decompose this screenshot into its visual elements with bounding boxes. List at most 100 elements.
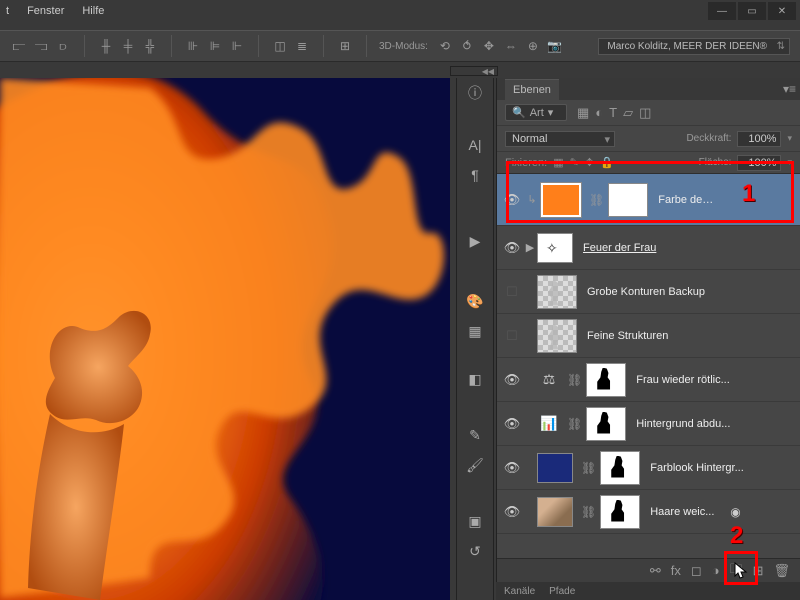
roll-icon[interactable]: ⥀: [458, 37, 476, 55]
layer-name[interactable]: Haare weic...: [650, 506, 726, 518]
layer-thumbnail[interactable]: [537, 319, 577, 353]
opacity-dropdown-icon[interactable]: ▾: [787, 133, 792, 144]
layer-name[interactable]: Feuer der Frau: [583, 242, 800, 254]
mask-link-icon[interactable]: ⛓: [581, 505, 596, 519]
maximize-button[interactable]: ▭: [738, 2, 766, 20]
layer-name[interactable]: Farblook Hintergr...: [650, 462, 800, 474]
lock-pixel-icon[interactable]: ✎: [570, 156, 579, 169]
align-center-icon[interactable]: ⫎: [32, 37, 50, 55]
align-left-icon[interactable]: ⫍: [10, 37, 28, 55]
layer-row[interactable]: 👁 📊 ⛓ Hintergrund abdu...: [497, 402, 800, 446]
zoom3d-icon[interactable]: ⊕: [524, 37, 542, 55]
layer-row[interactable]: ☐ Feine Strukturen: [497, 314, 800, 358]
filter-type-icon[interactable]: T: [609, 105, 617, 121]
visibility-toggle[interactable]: 👁: [501, 372, 523, 388]
layer-name[interactable]: Hintergrund abdu...: [636, 418, 800, 430]
auto-align-icon[interactable]: ⊞: [336, 37, 354, 55]
paths-tab[interactable]: Pfade: [549, 586, 575, 597]
new-layer-button[interactable]: ⊞: [753, 563, 764, 579]
actions-panel-icon[interactable]: ▣: [465, 512, 485, 530]
fill-field[interactable]: 100%: [737, 155, 781, 171]
delete-layer-button[interactable]: 🗑: [773, 563, 790, 579]
distribute-h-icon[interactable]: ╫: [97, 37, 115, 55]
menu-truncated[interactable]: t: [6, 5, 9, 17]
adjustments-panel-icon[interactable]: ◧: [465, 370, 485, 388]
filter-pixel-icon[interactable]: ▦: [577, 105, 589, 121]
mask-link-icon[interactable]: ⛓: [567, 373, 582, 387]
space-h-icon[interactable]: ⊪: [184, 37, 202, 55]
mask-thumbnail[interactable]: [586, 407, 626, 441]
layer-name[interactable]: Frau wieder rötlic...: [636, 374, 800, 386]
filter-adjust-icon[interactable]: ◐: [595, 105, 603, 121]
mask-thumbnail[interactable]: [600, 495, 640, 529]
visibility-toggle[interactable]: ☐: [501, 284, 523, 300]
fill-dropdown-icon[interactable]: ▾: [787, 157, 792, 168]
distribute-icon[interactable]: ╬: [141, 37, 159, 55]
menu-hilfe[interactable]: Hilfe: [82, 5, 104, 17]
mask-link-icon[interactable]: ⛓: [567, 417, 582, 431]
layer-row[interactable]: 👁 ⚖ ⛓ Frau wieder rötlic...: [497, 358, 800, 402]
orbit-icon[interactable]: ⟲: [436, 37, 454, 55]
menu-fenster[interactable]: Fenster: [27, 5, 64, 17]
camera-icon[interactable]: 📷: [546, 37, 564, 55]
mask-link-icon[interactable]: ⛓: [589, 193, 604, 207]
visibility-toggle[interactable]: 👁: [501, 416, 523, 432]
panel-menu-icon[interactable]: ▾≡: [783, 82, 796, 96]
panel-collapse-tab[interactable]: ◀◀: [450, 66, 498, 76]
layer-thumbnail[interactable]: [537, 275, 577, 309]
channels-tab[interactable]: Kanäle: [504, 586, 535, 597]
lock-all-icon[interactable]: 🔒: [600, 156, 614, 169]
expand-panel-icon[interactable]: ▶: [465, 232, 485, 250]
layers-tab[interactable]: Ebenen: [505, 79, 559, 100]
new-adjustment-button[interactable]: ◑: [712, 563, 720, 578]
layer-name[interactable]: Feine Strukturen: [587, 330, 800, 342]
layer-name[interactable]: Grobe Konturen Backup: [587, 286, 800, 298]
layer-effects-button[interactable]: fx: [671, 563, 681, 578]
paragraph-panel-icon[interactable]: ¶: [465, 166, 485, 184]
layer-name[interactable]: Farbe de…: [658, 194, 800, 206]
layer-row[interactable]: 👁 ⛓ Farblook Hintergr...: [497, 446, 800, 490]
visibility-toggle[interactable]: 👁: [501, 240, 523, 256]
minimize-button[interactable]: —: [708, 2, 736, 20]
visibility-toggle[interactable]: 👁: [501, 460, 523, 476]
layer-row[interactable]: 👁 ⛓ Haare weic... ◉: [497, 490, 800, 534]
filter-smart-icon[interactable]: ◫: [639, 105, 651, 121]
document-canvas[interactable]: [0, 78, 450, 600]
mask-thumbnail[interactable]: [586, 363, 626, 397]
swatches-panel-icon[interactable]: 🎨: [465, 292, 485, 310]
layer-row[interactable]: 👁 ▶ ✧ Feuer der Frau: [497, 226, 800, 270]
lock-pos-icon[interactable]: ✥: [585, 156, 594, 169]
workspace-selector[interactable]: Marco Kolditz, MEER DER IDEEN®: [598, 38, 790, 55]
pan-icon[interactable]: ✥: [480, 37, 498, 55]
layer-filter-select[interactable]: 🔍 Art ▾: [505, 104, 567, 121]
layer-thumbnail[interactable]: [537, 453, 573, 483]
mask-thumbnail[interactable]: [608, 183, 648, 217]
space-icon[interactable]: ⊩: [228, 37, 246, 55]
tool-presets-icon[interactable]: 🖌: [465, 456, 485, 474]
info-panel-icon[interactable]: ⓘ: [465, 84, 485, 102]
blend-mode-select[interactable]: Normal: [505, 131, 615, 147]
slide-icon[interactable]: ⇔: [502, 37, 520, 55]
styles-panel-icon[interactable]: ▦: [465, 322, 485, 340]
opacity-field[interactable]: 100%: [737, 131, 781, 147]
overlap-icon[interactable]: ◫: [271, 37, 289, 55]
disclosure-triangle-icon[interactable]: ▶: [523, 241, 537, 254]
visibility-toggle[interactable]: 👁: [501, 192, 523, 208]
character-panel-icon[interactable]: A|: [465, 136, 485, 154]
brush-panel-icon[interactable]: ✎: [465, 426, 485, 444]
mask-thumbnail[interactable]: [600, 451, 640, 485]
filter-shape-icon[interactable]: ▱: [623, 105, 633, 121]
history-panel-icon[interactable]: ↺: [465, 542, 485, 560]
add-mask-button[interactable]: ◻: [691, 563, 702, 579]
lock-trans-icon[interactable]: ▦: [553, 156, 563, 169]
layer-thumbnail[interactable]: ✧: [537, 233, 573, 263]
order-icon[interactable]: ≣: [293, 37, 311, 55]
distribute-v-icon[interactable]: ╪: [119, 37, 137, 55]
visibility-toggle[interactable]: 👁: [501, 504, 523, 520]
mask-link-icon[interactable]: ⛓: [581, 461, 596, 475]
link-layers-button[interactable]: ⚯: [650, 563, 661, 579]
layer-thumbnail[interactable]: [537, 497, 573, 527]
layer-thumbnail[interactable]: [541, 183, 581, 217]
layer-row[interactable]: ☐ Grobe Konturen Backup: [497, 270, 800, 314]
visibility-toggle[interactable]: ☐: [501, 328, 523, 344]
